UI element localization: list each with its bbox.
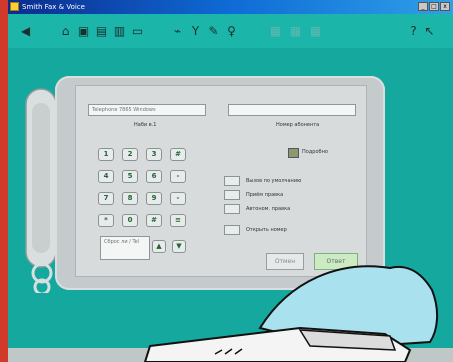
keypad-key[interactable]: 7 xyxy=(98,192,114,205)
disabled-tool-icon: ▦ xyxy=(309,24,322,38)
keypad-key[interactable]: 6 xyxy=(146,170,162,183)
action-button[interactable] xyxy=(224,190,240,200)
app-icon xyxy=(10,2,19,11)
number-field[interactable] xyxy=(228,104,356,116)
keypad-key[interactable]: * xyxy=(98,214,114,227)
side-strip xyxy=(0,0,8,362)
close-button[interactable]: x xyxy=(440,2,450,11)
keypad-key[interactable]: 1 xyxy=(98,148,114,161)
keypad-key[interactable]: 8 xyxy=(122,192,138,205)
monitor-icon[interactable]: ▭ xyxy=(130,24,145,38)
keypad-key[interactable]: # xyxy=(146,214,162,227)
keypad-key[interactable]: - xyxy=(170,170,186,183)
disabled-tool-icon: ▦ xyxy=(269,24,282,38)
action-label: Автоном. правка xyxy=(246,206,291,212)
fax-machine-illustration xyxy=(143,265,438,362)
phone-field[interactable]: Telephone 7865 Windows xyxy=(88,104,206,116)
help-icon[interactable]: ? xyxy=(406,24,421,38)
keypad-key[interactable]: 2 xyxy=(122,148,138,161)
tools-icon[interactable]: ✎ xyxy=(206,24,221,38)
action-label: Открыть номер xyxy=(246,227,287,233)
keypad-key[interactable]: - xyxy=(170,192,186,205)
printer-icon[interactable]: ▤ xyxy=(94,24,109,38)
phone-label: Наби в.1 xyxy=(134,122,157,128)
toolbar: ◀ ⌂ ▣ ▤ ▥ ▭ ⌁ Y ✎ ♀ ▦ ▦ ▦ ? ↖ xyxy=(8,14,453,48)
details-label: Подробно xyxy=(302,149,328,155)
window-controls: _ □ x xyxy=(418,2,450,11)
keypad-key[interactable]: 4 xyxy=(98,170,114,183)
action-label: Вызов по умолчанию xyxy=(246,178,302,184)
minimize-button[interactable]: _ xyxy=(418,2,428,11)
action-button[interactable] xyxy=(224,225,240,235)
home-icon[interactable]: ⌂ xyxy=(58,24,73,38)
keypad-key[interactable]: 3 xyxy=(146,148,162,161)
details-checkbox[interactable] xyxy=(288,148,299,158)
number-label: Номер абонента xyxy=(276,122,320,128)
keypad-key[interactable]: 9 xyxy=(146,192,162,205)
window-title: Smith Fax & Voice xyxy=(22,3,85,11)
keypad-key[interactable]: # xyxy=(170,148,186,161)
keypad-key[interactable]: ≡ xyxy=(170,214,186,227)
folder-icon[interactable]: ▣ xyxy=(76,24,91,38)
keypad-key[interactable]: 0 xyxy=(122,214,138,227)
dialer-panel: Telephone 7865 Windows Наби в.1 Номер аб… xyxy=(75,85,367,277)
antenna-icon[interactable]: Y xyxy=(188,24,203,38)
keypad-key[interactable]: 5 xyxy=(122,170,138,183)
maximize-button[interactable]: □ xyxy=(429,2,439,11)
pointer-icon[interactable]: ↖ xyxy=(422,24,437,38)
back-arrow-icon[interactable]: ◀ xyxy=(18,24,33,38)
action-button[interactable] xyxy=(224,176,240,186)
disabled-tool-icon: ▦ xyxy=(289,24,302,38)
microphone-icon[interactable]: ♀ xyxy=(224,24,239,38)
action-button[interactable] xyxy=(224,204,240,214)
action-label: Приём правка xyxy=(246,192,284,198)
phone-book-icon[interactable]: ▥ xyxy=(112,24,127,38)
title-bar: Smith Fax & Voice _ □ x xyxy=(8,0,453,14)
signal-icon[interactable]: ⌁ xyxy=(170,24,185,38)
